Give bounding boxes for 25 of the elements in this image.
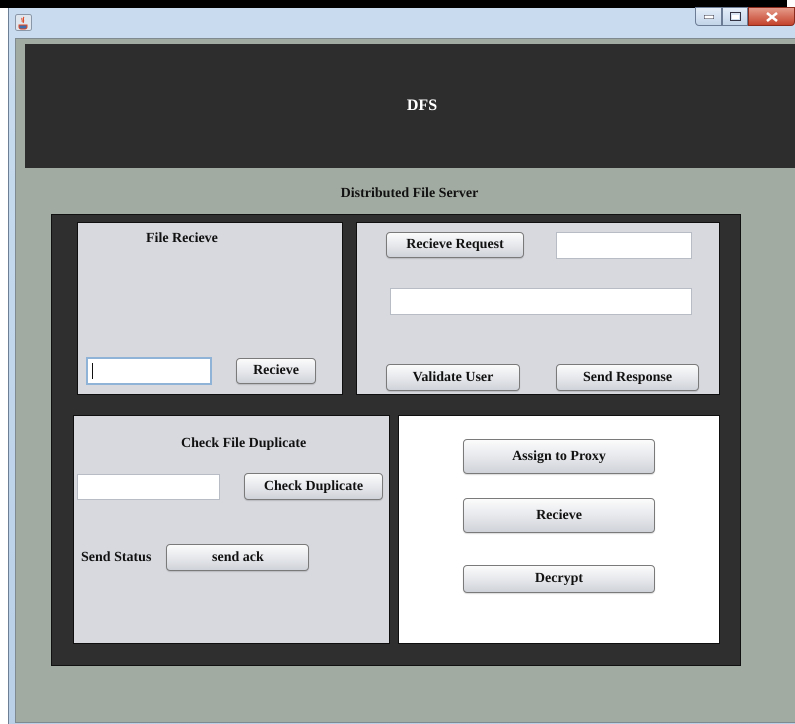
maximize-icon [730,12,740,21]
panel-title: File Recieve [146,231,219,247]
receive-button[interactable]: Recieve [236,358,316,384]
minimize-button[interactable] [695,7,722,26]
send-ack-button[interactable]: send ack [166,544,310,571]
app-title: DFS [406,97,438,115]
proxy-action-button[interactable]: Recieve [463,498,655,533]
input-field[interactable] [390,288,692,315]
receive-request-button[interactable]: Recieve Request [386,232,524,258]
input-field[interactable] [77,474,220,500]
close-button[interactable] [748,7,795,26]
subtitle: Distributed File Server [340,186,478,202]
input-field[interactable] [86,357,212,385]
input-field[interactable] [556,232,692,259]
validate-user-button[interactable]: Validate User [386,364,520,392]
minimize-icon [704,14,714,18]
panel-title: Check File Duplicate [181,436,308,452]
send-response-button[interactable]: Send Response [556,364,699,392]
proxy-action-button[interactable]: Assign to Proxy [463,439,655,474]
proxy-action-button[interactable]: Decrypt [463,565,655,593]
check-duplicate-button[interactable]: Check Duplicate [244,473,383,500]
close-icon [766,12,778,22]
maximize-button[interactable] [722,7,748,26]
java-cup-icon [15,14,32,30]
status-label: Send Status [81,550,152,566]
